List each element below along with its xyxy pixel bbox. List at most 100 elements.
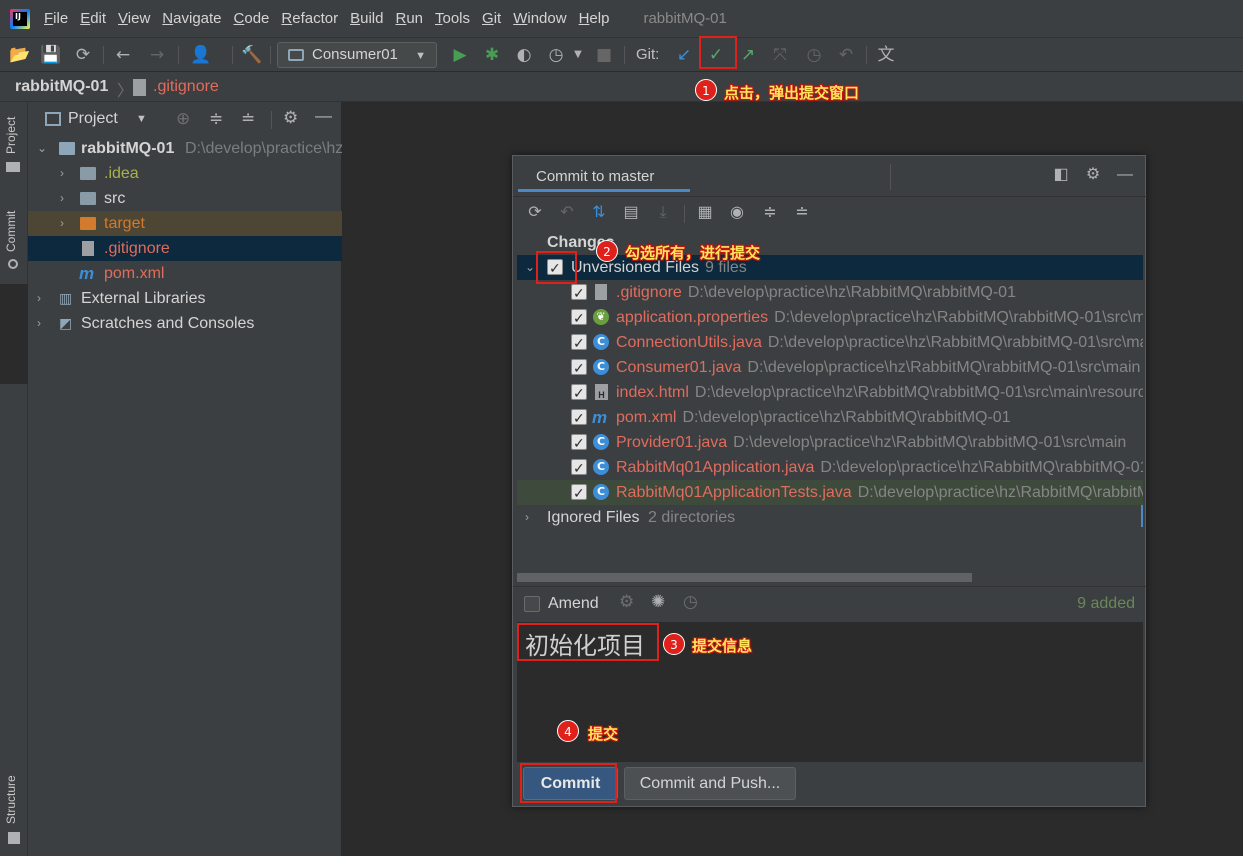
file-row[interactable]: C ConnectionUtils.java D:\develop\practic… (517, 330, 1143, 355)
tree-item-src[interactable]: › src (28, 186, 342, 211)
layout-icon[interactable]: ◧ (1052, 166, 1070, 184)
file-row[interactable]: H index.html D:\develop\practice\hz\Rabbi… (517, 380, 1143, 405)
stripe-project-tab[interactable]: Project (4, 117, 18, 154)
file-checkbox[interactable] (571, 282, 587, 305)
translate-icon[interactable]: 文 (876, 45, 896, 65)
gear-icon[interactable]: ⚙ (283, 108, 298, 128)
rollback-icon[interactable]: ↶ (836, 45, 856, 65)
tree-item-project-root[interactable]: ⌄ rabbitMQ-01 D:\develop\practice\hz\Rab… (28, 136, 342, 161)
minimize-icon[interactable]: — (315, 106, 332, 126)
menu-build[interactable]: Build (350, 10, 383, 27)
forward-arrow-icon[interactable]: → (147, 45, 167, 65)
minimize-icon[interactable]: — (1116, 166, 1134, 184)
history-clock-icon[interactable]: ◷ (804, 45, 824, 65)
expand-all-icon[interactable]: ≑ (761, 204, 779, 222)
chevron-right-icon[interactable]: › (60, 161, 64, 186)
horizontal-scrollbar[interactable] (517, 573, 972, 582)
eye-icon[interactable]: ◉ (728, 204, 746, 222)
tree-item-gitignore[interactable]: .gitignore (28, 236, 342, 261)
amend-checkbox[interactable] (524, 596, 540, 612)
breadcrumb-file[interactable]: .gitignore (153, 78, 219, 96)
file-row[interactable]: ❦ application.properties D:\develop\pract… (517, 305, 1143, 330)
user-icon[interactable]: 👤 (190, 45, 211, 65)
file-checkbox[interactable] (571, 307, 587, 330)
chevron-right-icon[interactable]: › (37, 286, 41, 311)
open-folder-icon[interactable]: 📂 (9, 45, 30, 65)
chevron-right-icon[interactable]: › (60, 211, 64, 236)
file-checkbox[interactable] (571, 332, 587, 355)
tree-item-scratches[interactable]: › ◩ Scratches and Consoles (28, 311, 342, 336)
file-row[interactable]: m pom.xml D:\develop\practice\hz\RabbitMQ… (517, 405, 1143, 430)
file-checkbox[interactable] (571, 357, 587, 380)
tree-item-pom[interactable]: m pom.xml (28, 261, 342, 286)
tab-commit-to-master[interactable]: Commit to master (518, 162, 690, 192)
history-clock-icon[interactable]: ◷ (683, 592, 698, 612)
more-run-chevron-icon[interactable]: ▼ (568, 45, 588, 65)
menu-help[interactable]: Help (579, 10, 610, 27)
menu-refactor[interactable]: Refactor (281, 10, 338, 27)
chevron-right-icon[interactable]: › (37, 311, 41, 336)
chevron-down-icon[interactable]: ⌄ (37, 136, 47, 161)
collapse-all-icon[interactable]: ≐ (793, 204, 811, 222)
breadcrumb-project[interactable]: rabbitMQ-01 (15, 78, 108, 96)
expand-all-icon[interactable]: ≑ (209, 109, 223, 129)
commit-and-push-button[interactable]: Commit and Push... (624, 767, 796, 800)
debug-icon[interactable]: ✱ (482, 45, 502, 65)
collapse-all-icon[interactable]: ≐ (241, 109, 255, 129)
update-arrows-icon[interactable]: ⇅ (590, 204, 608, 222)
rollback-icon[interactable]: ↶ (558, 204, 576, 222)
download-icon[interactable]: ⤓ (654, 204, 672, 222)
chevron-right-icon[interactable]: › (60, 186, 64, 211)
file-row[interactable]: C Provider01.java D:\develop\practice\hz\… (517, 430, 1143, 455)
profile-icon[interactable]: ◷ (546, 45, 566, 65)
back-arrow-icon[interactable]: ← (113, 45, 133, 65)
run-icon[interactable]: ▶ (450, 45, 470, 65)
refresh-icon[interactable]: ⟳ (526, 204, 544, 222)
menu-file[interactable]: File (44, 10, 68, 27)
tree-item-idea[interactable]: › .idea (28, 161, 342, 186)
tree-item-target[interactable]: › target (28, 211, 342, 236)
git-merge-icon[interactable]: ⤧ (770, 45, 790, 65)
file-row[interactable]: C RabbitMq01Application.java D:\develop\p… (517, 455, 1143, 480)
chevron-down-icon[interactable]: ⌄ (525, 255, 535, 280)
tree-item-external-libraries[interactable]: › ▥ External Libraries (28, 286, 342, 311)
menu-tools[interactable]: Tools (435, 10, 470, 27)
menu-git[interactable]: Git (482, 10, 501, 27)
file-row[interactable]: C RabbitMq01ApplicationTests.java D:\deve… (517, 480, 1143, 505)
file-checkbox[interactable] (571, 457, 587, 480)
locate-icon[interactable]: ⊕ (176, 109, 190, 129)
coverage-icon[interactable]: ◐ (514, 45, 534, 65)
file-row[interactable]: .gitignore D:\develop\practice\hz\RabbitM… (517, 280, 1143, 305)
git-update-icon[interactable]: ↙ (674, 45, 694, 65)
file-checkbox[interactable] (571, 482, 587, 505)
chevron-down-icon: ▼ (415, 50, 426, 62)
ignored-files-group[interactable]: › Ignored Files 2 directories (517, 505, 1143, 530)
file-checkbox[interactable] (571, 382, 587, 405)
menu-navigate[interactable]: Navigate (162, 10, 221, 27)
shelve-icon[interactable]: ▤ (622, 204, 640, 222)
chevron-right-icon[interactable]: › (525, 505, 529, 530)
file-checkbox[interactable] (571, 432, 587, 455)
amend-label[interactable]: Amend (548, 595, 599, 613)
stripe-structure-tab[interactable]: Structure (4, 775, 18, 824)
group-by-icon[interactable]: ▦ (696, 204, 714, 222)
stop-icon[interactable]: ■ (594, 45, 614, 65)
project-panel-title[interactable]: Project (68, 110, 118, 128)
sync-icon[interactable]: ⟳ (73, 45, 93, 65)
menu-run[interactable]: Run (395, 10, 423, 27)
build-hammer-icon[interactable]: 🔨 (241, 45, 262, 65)
menu-edit[interactable]: Edit (80, 10, 106, 27)
menu-window[interactable]: Window (513, 10, 566, 27)
gear-icon[interactable]: ⚙ (1084, 166, 1102, 184)
menu-code[interactable]: Code (234, 10, 270, 27)
file-checkbox[interactable] (571, 407, 587, 430)
stripe-commit-tab[interactable]: Commit (4, 211, 18, 252)
commit-template-icon[interactable]: ✺ (651, 592, 665, 612)
git-push-icon[interactable]: ↗ (738, 45, 758, 65)
menu-view[interactable]: View (118, 10, 150, 27)
chevron-down-icon[interactable]: ▼ (136, 113, 147, 125)
save-icon[interactable]: 💾 (40, 45, 61, 65)
gear-icon[interactable]: ⚙ (619, 592, 634, 612)
run-config-select[interactable]: Consumer01 ▼ (277, 42, 437, 68)
file-row[interactable]: C Consumer01.java D:\develop\practice\hz\… (517, 355, 1143, 380)
